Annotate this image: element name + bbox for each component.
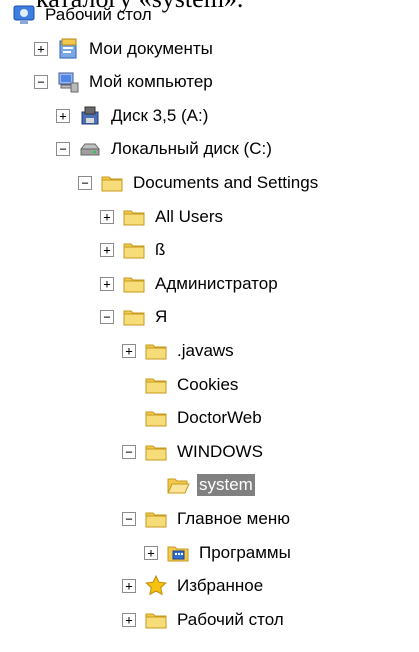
expand-toggle[interactable]: +: [100, 243, 114, 258]
expand-toggle[interactable]: +: [122, 612, 136, 627]
expand-toggle[interactable]: +: [100, 276, 114, 291]
tree-item-label: Избранное: [177, 576, 264, 596]
collapse-toggle[interactable]: −: [122, 444, 136, 459]
tree-item-label: system: [197, 474, 255, 497]
folder-icon: [122, 205, 146, 229]
collapse-toggle[interactable]: −: [100, 310, 114, 325]
tree-item-label: Главное меню: [177, 509, 290, 528]
tree-item[interactable]: + Рабочий стол: [122, 604, 286, 636]
tree-item[interactable]: + All Users: [100, 201, 225, 233]
folder-icon: [144, 440, 168, 464]
tree-item[interactable]: + Мои документы: [34, 33, 215, 65]
tree-item[interactable]: Рабочий стол: [12, 0, 154, 31]
tree-item[interactable]: + Администратор: [100, 268, 280, 300]
tree-item[interactable]: + Программы: [144, 537, 293, 569]
tree-item-label: DoctorWeb: [177, 408, 262, 428]
tree-item-label: Администратор: [155, 273, 278, 293]
tree-item[interactable]: − Мой компьютер: [34, 66, 215, 98]
tree-item[interactable]: − Главное меню: [122, 503, 292, 535]
tree-item-label: Documents and Settings: [133, 173, 319, 192]
collapse-toggle[interactable]: −: [122, 512, 136, 526]
programs-folder-icon: [166, 541, 190, 565]
tree-item-label: Локальный диск (C:): [111, 139, 272, 159]
folder-icon: [144, 406, 168, 430]
folder-icon: [144, 608, 168, 632]
collapse-toggle[interactable]: −: [56, 142, 70, 157]
tree-item-label: ß: [155, 240, 166, 260]
tree-item[interactable]: + .javaws: [122, 335, 236, 367]
expand-toggle[interactable]: +: [100, 209, 114, 224]
tree-item-label: Cookies: [177, 374, 239, 394]
collapse-toggle[interactable]: −: [78, 176, 92, 190]
tree-item-label: Рабочий стол: [45, 5, 152, 24]
floppy-drive-icon: [78, 104, 102, 128]
tree-item-label: Мой компьютер: [89, 72, 213, 92]
expand-toggle[interactable]: +: [122, 579, 136, 594]
tree-item[interactable]: DoctorWeb: [122, 402, 264, 434]
tree-item-label: Я: [155, 307, 168, 327]
tree-item[interactable]: − Локальный диск (C:): [56, 133, 274, 165]
tree-item[interactable]: + ß: [100, 234, 167, 266]
folder-icon: [100, 171, 124, 195]
folder-open-icon: [166, 473, 190, 497]
hard-drive-icon: [78, 137, 102, 161]
expand-toggle[interactable]: +: [122, 344, 136, 358]
folder-tree: Рабочий стол + Мои документы − Мой компьютер…: [0, 0, 419, 652]
desktop-icon: [12, 3, 36, 27]
folder-icon: [122, 238, 146, 262]
tree-item[interactable]: system: [144, 469, 255, 501]
folder-icon: [122, 272, 146, 296]
expand-toggle[interactable]: +: [56, 108, 70, 123]
tree-item-label: Программы: [199, 542, 291, 562]
folder-icon: [144, 339, 168, 363]
expand-toggle[interactable]: +: [34, 41, 48, 56]
tree-item[interactable]: Cookies: [122, 369, 240, 401]
folder-icon: [144, 373, 168, 397]
favorites-star-icon: [144, 574, 168, 598]
computer-icon: [56, 70, 80, 94]
folder-icon: [122, 305, 146, 329]
tree-item-label: All Users: [155, 206, 224, 226]
tree-item-label: .javaws: [177, 341, 234, 360]
tree-item[interactable]: + Избранное: [122, 570, 265, 602]
tree-item-label: WINDOWS: [177, 441, 263, 461]
tree-item-label: Мои документы: [89, 38, 213, 58]
folder-icon: [144, 507, 168, 531]
tree-item[interactable]: − WINDOWS: [122, 436, 265, 468]
tree-item-label: Диск 3,5 (A:): [111, 105, 209, 125]
tree-item[interactable]: − Я: [100, 301, 169, 333]
tree-item[interactable]: − Documents and Settings: [78, 167, 320, 199]
tree-item[interactable]: + Диск 3,5 (A:): [56, 100, 210, 132]
collapse-toggle[interactable]: −: [34, 75, 48, 90]
my-documents-icon: [56, 37, 80, 61]
expand-toggle[interactable]: +: [144, 545, 158, 560]
tree-item-label: Рабочий стол: [177, 609, 284, 629]
